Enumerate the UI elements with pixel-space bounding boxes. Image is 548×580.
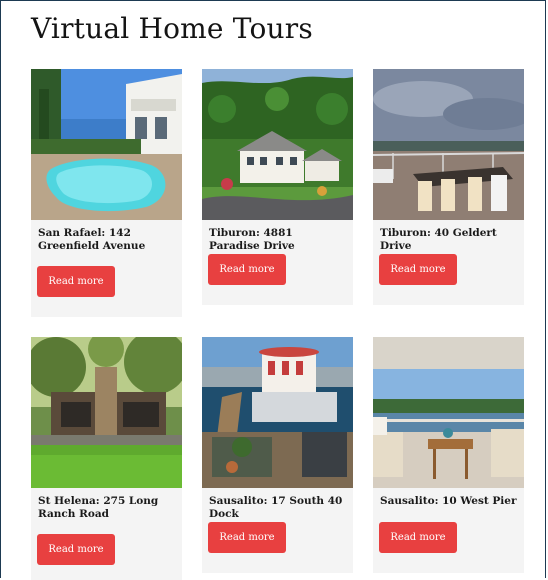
page-title: Virtual Home Tours xyxy=(31,12,313,45)
tour-card: San Rafael: 142 Greenfield Avenue Read m… xyxy=(31,69,182,317)
hillside-house-aerial-photo[interactable] xyxy=(202,69,353,220)
tour-card: St Helena: 275 Long Ranch Road Read more xyxy=(31,337,182,580)
read-more-button[interactable]: Read more xyxy=(208,254,286,285)
read-more-button[interactable]: Read more xyxy=(37,534,115,565)
houseboat-dock-photo[interactable] xyxy=(202,337,353,488)
tour-title: Tiburon: 4881 Paradise Drive xyxy=(209,227,295,253)
pool-backyard-photo[interactable] xyxy=(31,69,182,220)
tour-title: San Rafael: 142 Greenfield Avenue xyxy=(38,227,146,253)
read-more-button[interactable]: Read more xyxy=(208,522,286,553)
tour-title: Tiburon: 40 Geldert Drive xyxy=(380,227,497,253)
lawn-cottage-photo[interactable] xyxy=(31,337,182,488)
tour-card: Sausalito: 17 South 40 Dock Read more xyxy=(202,337,353,573)
patio-water-view-photo[interactable] xyxy=(373,337,524,488)
read-more-button[interactable]: Read more xyxy=(37,266,115,297)
read-more-button[interactable]: Read more xyxy=(379,254,457,285)
read-more-button[interactable]: Read more xyxy=(379,522,457,553)
tour-title: Sausalito: 17 South 40 Dock xyxy=(209,495,343,521)
tour-title: St Helena: 275 Long Ranch Road xyxy=(38,495,159,521)
deck-bay-view-photo[interactable] xyxy=(373,69,524,220)
tour-card: Tiburon: 4881 Paradise Drive Read more xyxy=(202,69,353,305)
tour-title: Sausalito: 10 West Pier xyxy=(380,495,517,507)
tour-card: Sausalito: 10 West Pier Read more xyxy=(373,337,524,573)
tour-card: Tiburon: 40 Geldert Drive Read more xyxy=(373,69,524,305)
